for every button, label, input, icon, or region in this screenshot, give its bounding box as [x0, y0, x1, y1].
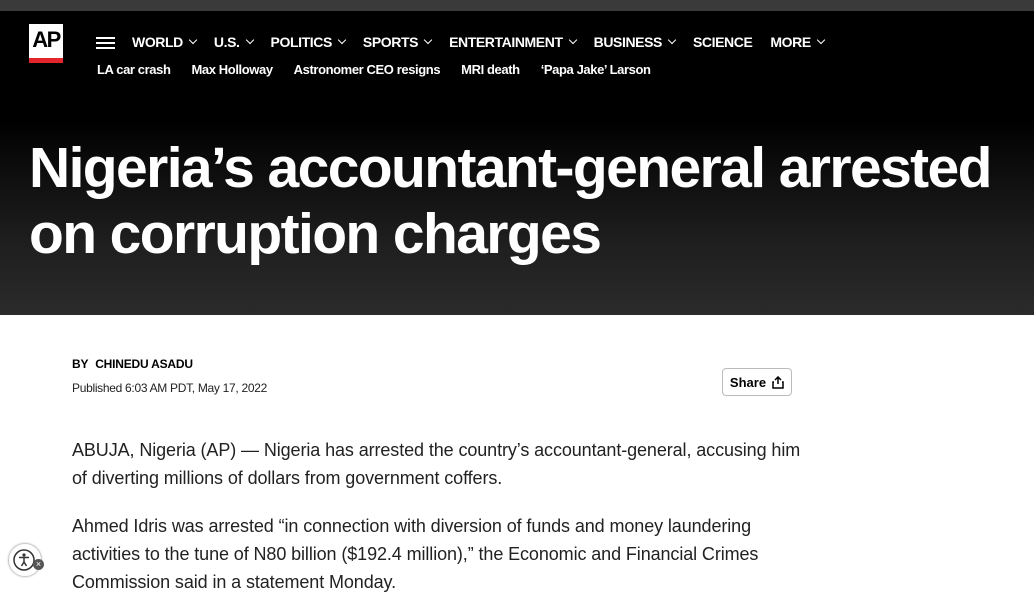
nav-item-more[interactable]: MORE — [770, 32, 826, 52]
chevron-down-icon — [245, 35, 254, 45]
nav-item-label: ENTERTAINMENT — [449, 34, 563, 50]
nav-item-label: SPORTS — [362, 34, 419, 50]
browser-top-strip — [0, 0, 1034, 11]
chevron-down-icon — [568, 35, 577, 45]
trending-link[interactable]: Astronomer CEO resigns — [294, 62, 441, 77]
article-body: ABUJA, Nigeria (AP) — Nigeria has arrest… — [72, 436, 802, 616]
nav-item-label: BUSINESS — [593, 34, 663, 50]
trending-link[interactable]: ‘Papa Jake’ Larson — [541, 62, 651, 77]
nav-item-label: SCIENCE — [692, 34, 753, 50]
chevron-down-icon — [667, 35, 677, 45]
article-paragraph: Ahmed Idris was arrested “in connection … — [72, 516, 759, 592]
chevron-down-icon — [816, 35, 826, 45]
share-icon — [772, 375, 784, 389]
published-timestamp: Published 6:03 AM PDT, May 17, 2022 — [72, 381, 267, 395]
trending-link[interactable]: Max Holloway — [191, 62, 273, 77]
trending-link[interactable]: MRI death — [461, 62, 520, 77]
nav-item-label: WORLD — [132, 34, 183, 50]
nav-item-label: MORE — [770, 34, 811, 50]
article-headline: Nigeria’s accountant-general arrested on… — [29, 136, 992, 266]
byline: BY CHINEDU ASADU — [72, 357, 193, 371]
nav-item-label: U.S. — [213, 34, 240, 50]
trending-link[interactable]: LA car crash — [97, 62, 171, 77]
article-paragraph: ABUJA, Nigeria (AP) — Nigeria has arrest… — [72, 440, 801, 488]
main-nav: WORLD U.S. POLITICS SPORTS ENTERTAINMENT… — [132, 32, 842, 52]
nav-item-label: POLITICS — [270, 34, 333, 50]
logo-text: AP — [32, 27, 61, 52]
author-link[interactable]: CHINEDU ASADU — [95, 357, 193, 371]
hamburger-icon[interactable] — [96, 37, 115, 49]
ap-logo[interactable]: AP — [29, 24, 63, 63]
chevron-down-icon — [423, 35, 433, 45]
nav-item-politics[interactable]: POLITICS — [270, 32, 347, 52]
nav-item-us[interactable]: U.S. — [213, 32, 254, 52]
trending-bar: LA car crash Max Holloway Astronomer CEO… — [97, 62, 672, 77]
nav-item-entertainment[interactable]: ENTERTAINMENT — [449, 32, 577, 52]
share-label: Share — [729, 374, 767, 390]
nav-item-science[interactable]: SCIENCE — [692, 32, 753, 52]
article-header: AP WORLD U.S. POLITICS SPORTS ENTERTAINM… — [0, 11, 1034, 315]
logo-accent-bar — [29, 58, 63, 63]
close-icon[interactable]: × — [33, 559, 44, 570]
byline-prefix: BY — [72, 357, 89, 371]
chevron-down-icon — [337, 35, 347, 45]
accessibility-button[interactable]: × — [8, 543, 44, 577]
nav-item-world[interactable]: WORLD — [132, 32, 198, 52]
nav-item-business[interactable]: BUSINESS — [593, 32, 677, 52]
nav-item-sports[interactable]: SPORTS — [362, 32, 433, 52]
chevron-down-icon — [188, 35, 198, 45]
share-button[interactable]: Share — [722, 368, 792, 396]
